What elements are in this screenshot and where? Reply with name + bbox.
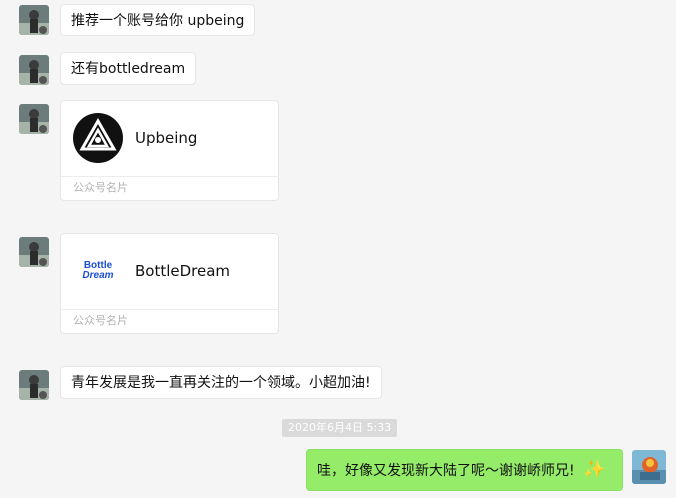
message-bubble[interactable]: 青年发展是我一直再关注的一个领域。小超加油! [60, 366, 382, 399]
message-bubble[interactable]: 推荐一个账号给你 upbeing [60, 4, 256, 36]
logo-text-bottom: Dream [82, 270, 114, 281]
message-bubble[interactable]: 还有bottledream [60, 52, 197, 85]
card-footer-label: 公众号名片 [61, 176, 278, 200]
card-account-name: Upbeing [135, 129, 198, 147]
official-account-card[interactable]: Bottle Dream BottleDream 公众号名片 [60, 233, 279, 334]
sparkles-icon: ✨ [583, 459, 606, 480]
contact-avatar[interactable] [19, 370, 49, 400]
message-text: 还有bottledream [71, 61, 186, 77]
self-message-bubble[interactable]: 哇，好像又发现新大陆了呢～谢谢峤师兄! ✨ [306, 449, 623, 491]
official-account-card[interactable]: Upbeing 公众号名片 [60, 100, 279, 201]
message-text: 青年发展是我一直再关注的一个领域。小超加油! [71, 375, 371, 391]
contact-avatar[interactable] [19, 237, 49, 267]
self-avatar[interactable] [632, 450, 666, 484]
contact-avatar[interactable] [19, 104, 49, 134]
card-footer-label: 公众号名片 [61, 309, 278, 333]
message-text: 推荐一个账号给你 upbeing [71, 13, 245, 29]
bottledream-logo-icon: Bottle Dream [73, 246, 123, 296]
message-text: 哇，好像又发现新大陆了呢～谢谢峤师兄! [317, 463, 575, 479]
contact-avatar[interactable] [19, 55, 49, 85]
message-timestamp: 2020年6月4日 5:33 [282, 419, 398, 437]
card-account-name: BottleDream [135, 262, 231, 280]
contact-avatar[interactable] [19, 5, 49, 35]
upbeing-logo-icon [73, 113, 123, 163]
